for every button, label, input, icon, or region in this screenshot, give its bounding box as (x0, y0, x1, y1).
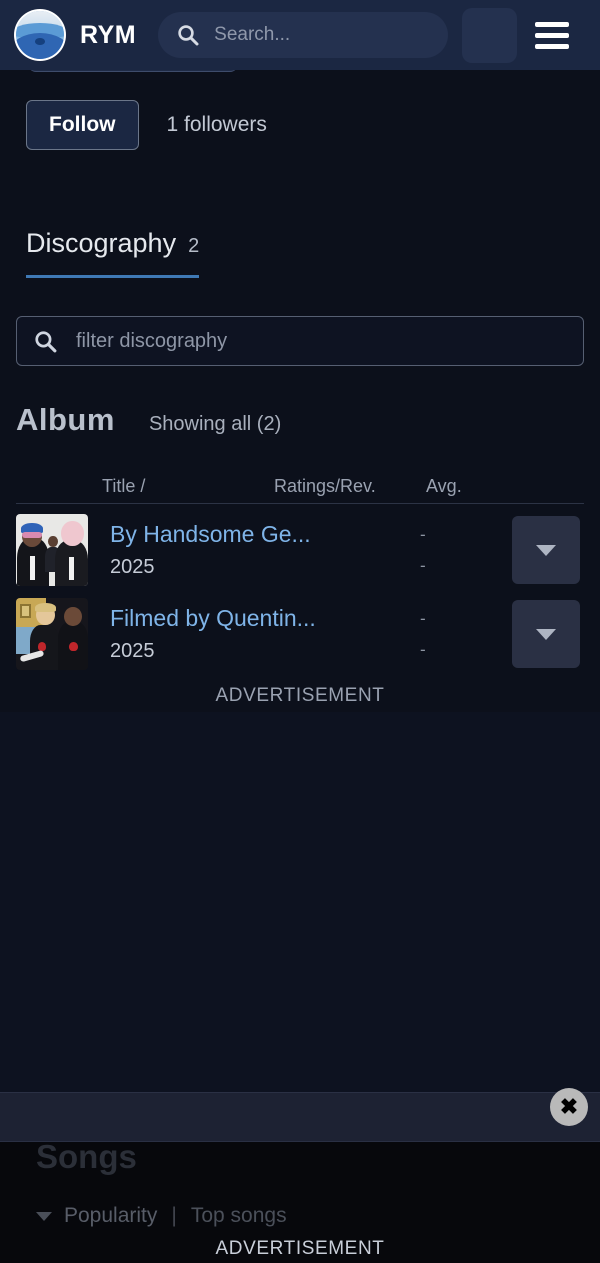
album-section-title: Album (16, 402, 115, 437)
row-stats: - - (420, 508, 426, 592)
column-header-title[interactable]: Title / (102, 476, 145, 497)
ratings-value: - (420, 525, 426, 544)
hamburger-menu-icon[interactable] (531, 14, 573, 56)
follow-button[interactable]: Follow (26, 100, 139, 150)
songs-top-link[interactable]: Top songs (191, 1204, 287, 1228)
album-showing-text: Showing all (2) (148, 413, 282, 435)
search-icon (33, 329, 58, 354)
cover-shape (69, 641, 78, 652)
app-root: RYM Follow 1 followers Discography 2 (0, 0, 600, 1263)
advertisement-overlay-bar[interactable] (0, 1092, 600, 1142)
cover-shape (19, 603, 32, 619)
album-cover-art[interactable] (16, 598, 88, 670)
tab-discography[interactable]: Discography 2 (26, 228, 200, 278)
logo-circle (16, 11, 64, 59)
discography-list: By Handsome Ge... 2025 - - Filmed by Que… (16, 508, 584, 676)
cover-shape (69, 557, 74, 581)
search-input[interactable] (214, 24, 431, 46)
cover-shape (35, 603, 56, 613)
songs-sort-label[interactable]: Popularity (64, 1204, 157, 1228)
header-action-button[interactable] (462, 7, 518, 63)
triangle-down-icon[interactable] (36, 1211, 52, 1221)
table-row: Filmed by Quentin... 2025 - - (16, 592, 584, 676)
filter-discography-input[interactable] (76, 329, 567, 353)
row-dropdown-button[interactable] (512, 600, 580, 668)
close-icon[interactable]: ✖ (550, 1088, 588, 1126)
site-header: RYM (0, 0, 600, 70)
followers-count: 1 followers (166, 113, 267, 136)
avg-value: - (420, 556, 426, 575)
album-section-header: Album Showing all (2) (16, 402, 281, 438)
tab-discography-count: 2 (188, 235, 200, 257)
menu-bar-3 (535, 43, 570, 49)
column-header-ratings[interactable]: Ratings/Rev. (274, 476, 376, 497)
avg-value: - (420, 640, 426, 659)
brand-label[interactable]: RYM (80, 21, 136, 50)
filter-discography-box[interactable] (16, 316, 584, 366)
table-row: By Handsome Ge... 2025 - - (16, 508, 584, 592)
chevron-down-icon (536, 628, 556, 640)
global-search[interactable] (158, 12, 449, 58)
advertisement-label-bottom: ADVERTISEMENT (215, 1238, 385, 1259)
column-header-avg[interactable]: Avg. (426, 476, 462, 497)
discography-column-headers: Title / Ratings/Rev. Avg. (16, 476, 584, 502)
songs-sort-row: Popularity | Top songs (36, 1204, 287, 1228)
logo-center-dot (35, 37, 45, 45)
cover-shape (22, 532, 42, 538)
songs-sort-separator: | (171, 1204, 177, 1227)
songs-section-title: Songs (36, 1138, 137, 1175)
cover-shape (47, 535, 58, 548)
album-cover-art[interactable] (16, 514, 88, 586)
tab-discography-label: Discography (26, 228, 177, 258)
chevron-down-icon (536, 544, 556, 556)
row-stats: - - (420, 592, 426, 676)
search-icon (176, 23, 200, 47)
cover-shape (61, 521, 84, 546)
row-dropdown-button[interactable] (512, 516, 580, 584)
follow-row: Follow 1 followers (26, 100, 267, 150)
advertisement-label-top: ADVERTISEMENT (215, 685, 385, 706)
advertisement-slot-top[interactable] (0, 712, 600, 1092)
ratings-value: - (420, 609, 426, 628)
logo-deep-wave (16, 33, 64, 59)
rym-wave-logo-icon[interactable] (14, 9, 66, 61)
cover-shape (30, 555, 35, 581)
menu-bar-1 (535, 21, 570, 27)
column-header-divider (16, 503, 584, 504)
menu-bar-2 (535, 32, 570, 38)
